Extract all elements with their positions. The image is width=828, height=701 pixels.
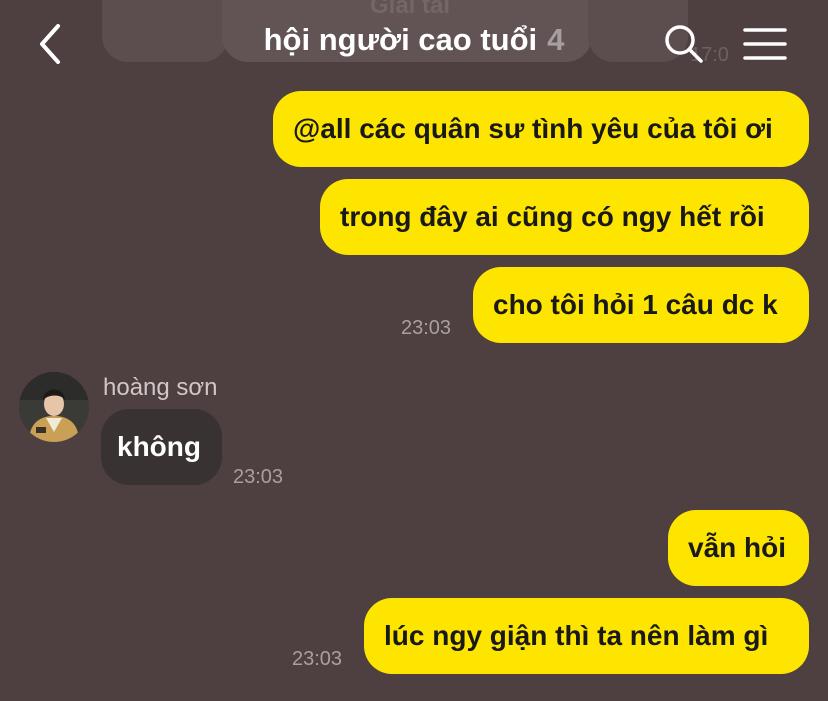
sender-name: hoàng sơn bbox=[103, 374, 218, 401]
search-icon bbox=[665, 25, 703, 63]
outgoing-message-bubble[interactable]: lúc ngy giận thì ta nên làm gì bbox=[364, 598, 809, 674]
member-count: 4 bbox=[547, 22, 565, 57]
search-button[interactable] bbox=[662, 22, 706, 66]
outgoing-message-bubble[interactable]: cho tôi hỏi 1 câu dc k bbox=[473, 267, 809, 343]
person-photo-icon bbox=[19, 372, 89, 442]
incoming-message-bubble[interactable]: không bbox=[101, 409, 222, 485]
chat-screen: Giai tai 17:0 hội người cao tuổi 4 @all … bbox=[0, 0, 828, 701]
message-text: lúc ngy giận thì ta nên làm gì bbox=[384, 620, 769, 651]
message-text: @all các quân sư tình yêu của tôi ơi bbox=[293, 113, 773, 144]
chat-header: hội người cao tuổi 4 bbox=[0, 0, 828, 88]
message-text: không bbox=[117, 431, 201, 462]
outgoing-message-bubble[interactable]: vẫn hỏi bbox=[668, 510, 809, 586]
sender-avatar[interactable] bbox=[19, 372, 89, 442]
outgoing-message-bubble[interactable]: @all các quân sư tình yêu của tôi ơi bbox=[273, 91, 809, 167]
message-timestamp: 23:03 bbox=[292, 648, 343, 670]
message-timestamp: 23:03 bbox=[233, 466, 284, 488]
menu-button[interactable] bbox=[742, 22, 788, 66]
menu-icon bbox=[743, 28, 787, 60]
message-timestamp: 23:03 bbox=[401, 317, 452, 339]
outgoing-message-bubble[interactable]: trong đây ai cũng có ngy hết rồi bbox=[320, 179, 809, 255]
message-text: cho tôi hỏi 1 câu dc k bbox=[493, 289, 778, 320]
message-text: vẫn hỏi bbox=[688, 532, 787, 563]
message-text: trong đây ai cũng có ngy hết rồi bbox=[340, 201, 765, 232]
chat-title-text: hội người cao tuổi bbox=[263, 22, 538, 57]
